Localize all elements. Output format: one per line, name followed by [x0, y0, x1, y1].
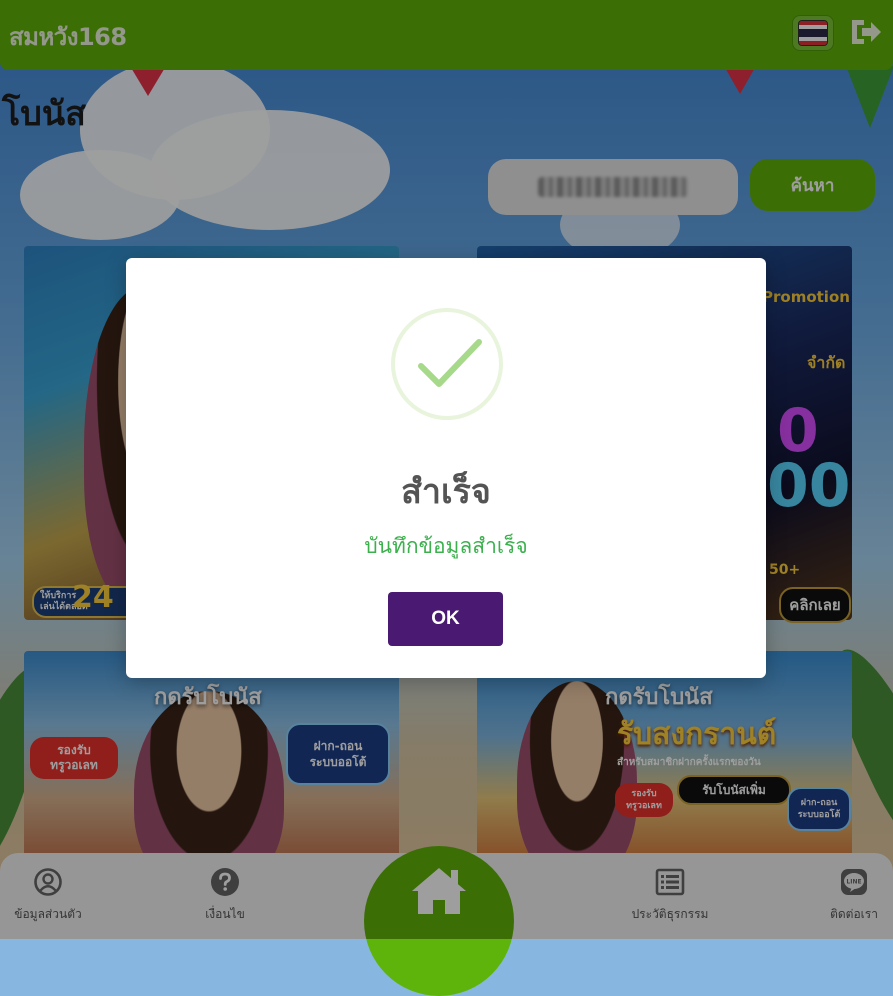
dialog-message: บันทึกข้อมูลสำเร็จ — [364, 534, 528, 558]
ok-button[interactable]: OK — [388, 592, 503, 646]
success-icon-ring — [391, 308, 503, 420]
dialog-title: สำเร็จ — [401, 472, 491, 512]
success-dialog: สำเร็จ บันทึกข้อมูลสำเร็จ OK — [126, 258, 766, 678]
check-icon — [418, 339, 482, 387]
